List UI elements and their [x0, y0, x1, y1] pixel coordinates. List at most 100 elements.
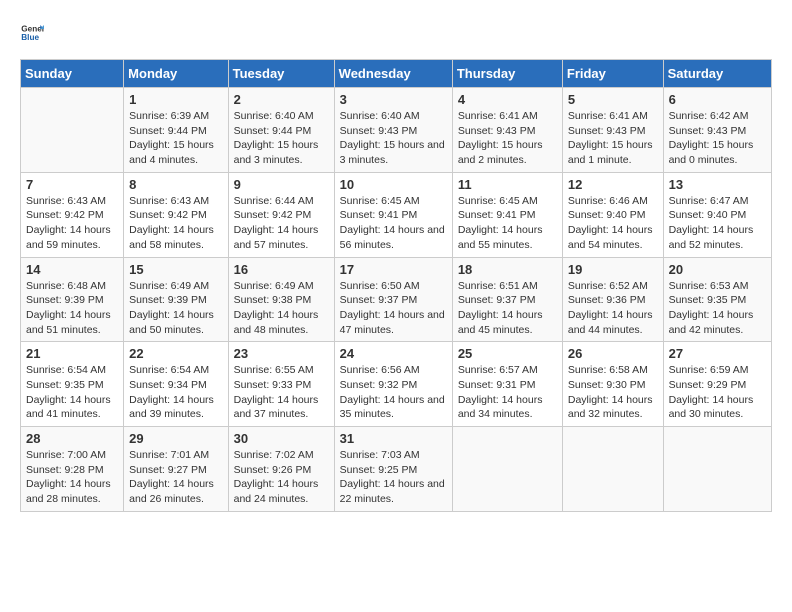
calendar-week-row: 21 Sunrise: 6:54 AM Sunset: 9:35 PM Dayl… [21, 342, 772, 427]
calendar-cell: 31 Sunrise: 7:03 AM Sunset: 9:25 PM Dayl… [334, 427, 452, 512]
calendar-cell: 10 Sunrise: 6:45 AM Sunset: 9:41 PM Dayl… [334, 172, 452, 257]
day-info: Sunrise: 6:42 AM Sunset: 9:43 PM Dayligh… [669, 109, 766, 168]
day-info: Sunrise: 6:45 AM Sunset: 9:41 PM Dayligh… [340, 194, 447, 253]
day-number: 24 [340, 346, 447, 361]
calendar-cell: 17 Sunrise: 6:50 AM Sunset: 9:37 PM Dayl… [334, 257, 452, 342]
calendar-cell: 29 Sunrise: 7:01 AM Sunset: 9:27 PM Dayl… [124, 427, 228, 512]
day-number: 29 [129, 431, 222, 446]
day-info: Sunrise: 6:51 AM Sunset: 9:37 PM Dayligh… [458, 279, 557, 338]
day-number: 21 [26, 346, 118, 361]
day-info: Sunrise: 6:58 AM Sunset: 9:30 PM Dayligh… [568, 363, 658, 422]
column-header-wednesday: Wednesday [334, 60, 452, 88]
day-info: Sunrise: 6:48 AM Sunset: 9:39 PM Dayligh… [26, 279, 118, 338]
day-number: 31 [340, 431, 447, 446]
calendar-cell [562, 427, 663, 512]
day-number: 6 [669, 92, 766, 107]
day-info: Sunrise: 6:49 AM Sunset: 9:39 PM Dayligh… [129, 279, 222, 338]
calendar-cell: 12 Sunrise: 6:46 AM Sunset: 9:40 PM Dayl… [562, 172, 663, 257]
day-number: 20 [669, 262, 766, 277]
calendar-cell: 9 Sunrise: 6:44 AM Sunset: 9:42 PM Dayli… [228, 172, 334, 257]
calendar-cell: 2 Sunrise: 6:40 AM Sunset: 9:44 PM Dayli… [228, 88, 334, 173]
day-info: Sunrise: 7:00 AM Sunset: 9:28 PM Dayligh… [26, 448, 118, 507]
calendar-cell: 24 Sunrise: 6:56 AM Sunset: 9:32 PM Dayl… [334, 342, 452, 427]
calendar-cell: 28 Sunrise: 7:00 AM Sunset: 9:28 PM Dayl… [21, 427, 124, 512]
calendar-cell: 23 Sunrise: 6:55 AM Sunset: 9:33 PM Dayl… [228, 342, 334, 427]
day-number: 27 [669, 346, 766, 361]
calendar-table: SundayMondayTuesdayWednesdayThursdayFrid… [20, 59, 772, 512]
calendar-cell: 30 Sunrise: 7:02 AM Sunset: 9:26 PM Dayl… [228, 427, 334, 512]
day-number: 11 [458, 177, 557, 192]
column-header-thursday: Thursday [452, 60, 562, 88]
day-info: Sunrise: 6:54 AM Sunset: 9:34 PM Dayligh… [129, 363, 222, 422]
day-info: Sunrise: 6:43 AM Sunset: 9:42 PM Dayligh… [129, 194, 222, 253]
day-info: Sunrise: 6:55 AM Sunset: 9:33 PM Dayligh… [234, 363, 329, 422]
day-number: 5 [568, 92, 658, 107]
day-number: 10 [340, 177, 447, 192]
day-info: Sunrise: 6:41 AM Sunset: 9:43 PM Dayligh… [458, 109, 557, 168]
day-info: Sunrise: 6:54 AM Sunset: 9:35 PM Dayligh… [26, 363, 118, 422]
day-number: 18 [458, 262, 557, 277]
calendar-cell: 21 Sunrise: 6:54 AM Sunset: 9:35 PM Dayl… [21, 342, 124, 427]
calendar-cell: 8 Sunrise: 6:43 AM Sunset: 9:42 PM Dayli… [124, 172, 228, 257]
day-info: Sunrise: 6:46 AM Sunset: 9:40 PM Dayligh… [568, 194, 658, 253]
calendar-cell: 22 Sunrise: 6:54 AM Sunset: 9:34 PM Dayl… [124, 342, 228, 427]
calendar-cell: 4 Sunrise: 6:41 AM Sunset: 9:43 PM Dayli… [452, 88, 562, 173]
day-info: Sunrise: 6:45 AM Sunset: 9:41 PM Dayligh… [458, 194, 557, 253]
calendar-cell: 15 Sunrise: 6:49 AM Sunset: 9:39 PM Dayl… [124, 257, 228, 342]
day-info: Sunrise: 7:02 AM Sunset: 9:26 PM Dayligh… [234, 448, 329, 507]
calendar-cell: 13 Sunrise: 6:47 AM Sunset: 9:40 PM Dayl… [663, 172, 771, 257]
day-info: Sunrise: 7:01 AM Sunset: 9:27 PM Dayligh… [129, 448, 222, 507]
day-number: 9 [234, 177, 329, 192]
day-info: Sunrise: 6:47 AM Sunset: 9:40 PM Dayligh… [669, 194, 766, 253]
column-header-monday: Monday [124, 60, 228, 88]
logo-image: General Blue [20, 20, 44, 49]
day-number: 26 [568, 346, 658, 361]
day-info: Sunrise: 6:52 AM Sunset: 9:36 PM Dayligh… [568, 279, 658, 338]
svg-text:Blue: Blue [21, 33, 39, 42]
calendar-cell: 27 Sunrise: 6:59 AM Sunset: 9:29 PM Dayl… [663, 342, 771, 427]
day-number: 2 [234, 92, 329, 107]
calendar-header-row: SundayMondayTuesdayWednesdayThursdayFrid… [21, 60, 772, 88]
day-number: 28 [26, 431, 118, 446]
day-info: Sunrise: 6:53 AM Sunset: 9:35 PM Dayligh… [669, 279, 766, 338]
calendar-week-row: 28 Sunrise: 7:00 AM Sunset: 9:28 PM Dayl… [21, 427, 772, 512]
day-info: Sunrise: 6:49 AM Sunset: 9:38 PM Dayligh… [234, 279, 329, 338]
day-info: Sunrise: 6:50 AM Sunset: 9:37 PM Dayligh… [340, 279, 447, 338]
day-number: 30 [234, 431, 329, 446]
day-number: 23 [234, 346, 329, 361]
day-number: 15 [129, 262, 222, 277]
day-info: Sunrise: 6:41 AM Sunset: 9:43 PM Dayligh… [568, 109, 658, 168]
column-header-friday: Friday [562, 60, 663, 88]
page-header: General Blue [20, 20, 772, 49]
column-header-sunday: Sunday [21, 60, 124, 88]
day-number: 3 [340, 92, 447, 107]
calendar-week-row: 7 Sunrise: 6:43 AM Sunset: 9:42 PM Dayli… [21, 172, 772, 257]
day-number: 17 [340, 262, 447, 277]
day-number: 1 [129, 92, 222, 107]
calendar-cell: 3 Sunrise: 6:40 AM Sunset: 9:43 PM Dayli… [334, 88, 452, 173]
day-number: 8 [129, 177, 222, 192]
calendar-cell [663, 427, 771, 512]
logo: General Blue [20, 20, 44, 49]
day-info: Sunrise: 6:57 AM Sunset: 9:31 PM Dayligh… [458, 363, 557, 422]
day-number: 7 [26, 177, 118, 192]
calendar-cell: 18 Sunrise: 6:51 AM Sunset: 9:37 PM Dayl… [452, 257, 562, 342]
calendar-cell: 14 Sunrise: 6:48 AM Sunset: 9:39 PM Dayl… [21, 257, 124, 342]
calendar-cell: 5 Sunrise: 6:41 AM Sunset: 9:43 PM Dayli… [562, 88, 663, 173]
day-info: Sunrise: 6:43 AM Sunset: 9:42 PM Dayligh… [26, 194, 118, 253]
calendar-week-row: 14 Sunrise: 6:48 AM Sunset: 9:39 PM Dayl… [21, 257, 772, 342]
calendar-cell: 7 Sunrise: 6:43 AM Sunset: 9:42 PM Dayli… [21, 172, 124, 257]
day-number: 4 [458, 92, 557, 107]
day-info: Sunrise: 6:56 AM Sunset: 9:32 PM Dayligh… [340, 363, 447, 422]
day-number: 13 [669, 177, 766, 192]
day-info: Sunrise: 6:40 AM Sunset: 9:44 PM Dayligh… [234, 109, 329, 168]
calendar-cell: 20 Sunrise: 6:53 AM Sunset: 9:35 PM Dayl… [663, 257, 771, 342]
calendar-cell: 1 Sunrise: 6:39 AM Sunset: 9:44 PM Dayli… [124, 88, 228, 173]
day-info: Sunrise: 6:40 AM Sunset: 9:43 PM Dayligh… [340, 109, 447, 168]
day-info: Sunrise: 6:39 AM Sunset: 9:44 PM Dayligh… [129, 109, 222, 168]
column-header-tuesday: Tuesday [228, 60, 334, 88]
day-info: Sunrise: 6:59 AM Sunset: 9:29 PM Dayligh… [669, 363, 766, 422]
calendar-cell: 16 Sunrise: 6:49 AM Sunset: 9:38 PM Dayl… [228, 257, 334, 342]
calendar-cell: 25 Sunrise: 6:57 AM Sunset: 9:31 PM Dayl… [452, 342, 562, 427]
calendar-week-row: 1 Sunrise: 6:39 AM Sunset: 9:44 PM Dayli… [21, 88, 772, 173]
